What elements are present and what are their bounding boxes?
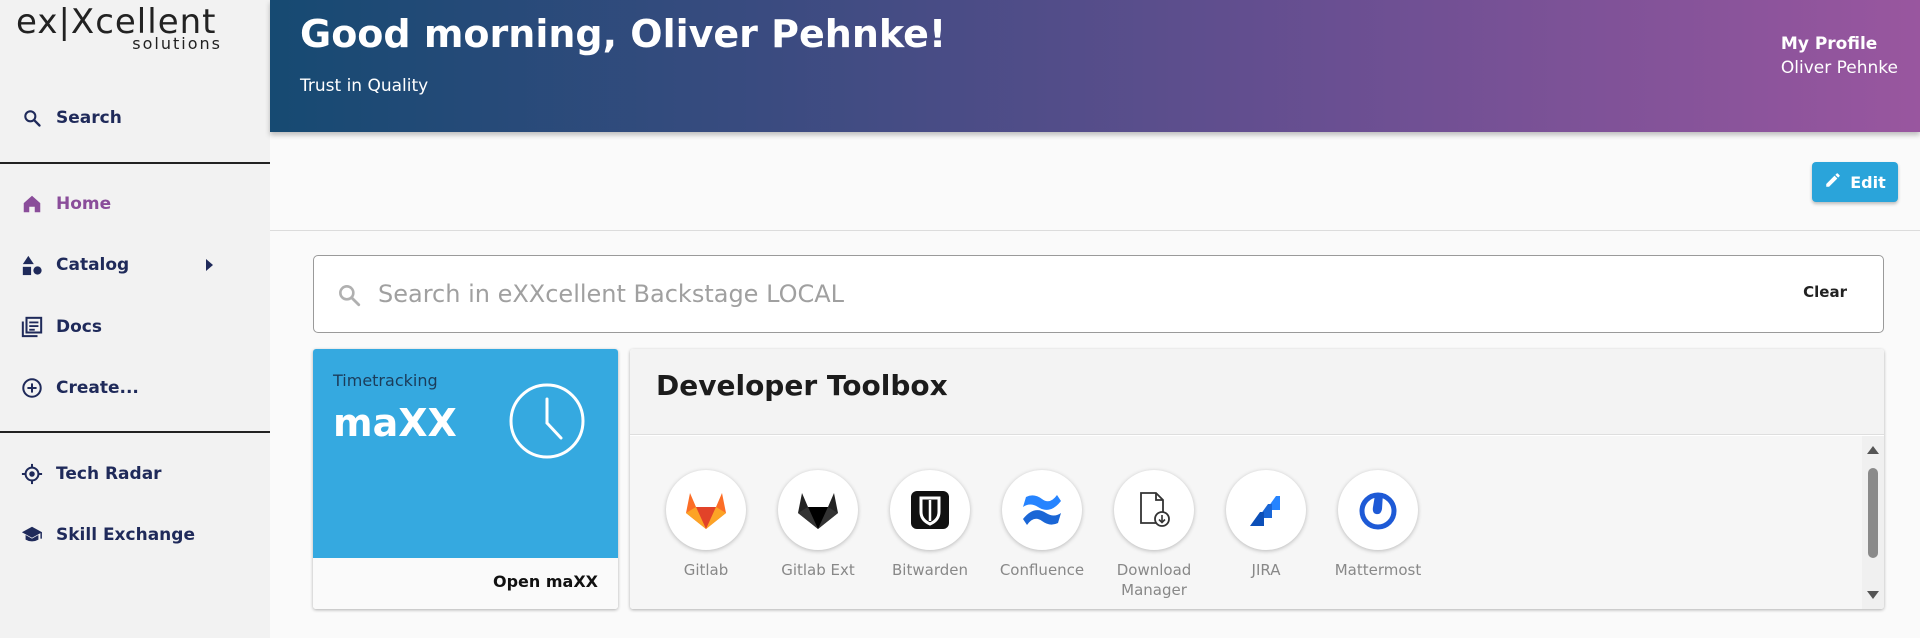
developer-toolbox-card: Developer Toolbox Gitlab Gitlab Ext Bitw…	[630, 349, 1884, 609]
sidebar-divider	[0, 162, 270, 164]
add-circle-icon	[20, 376, 44, 400]
timetracking-title: maXX	[333, 401, 457, 445]
tool-label: Gitlab Ext	[781, 561, 855, 579]
sidebar-item-docs[interactable]: Docs	[0, 305, 270, 349]
clear-button[interactable]: Clear	[1803, 283, 1847, 301]
sidebar-divider	[0, 431, 270, 433]
sidebar-item-catalog[interactable]: Catalog	[0, 243, 270, 287]
scrollbar-thumb[interactable]	[1868, 468, 1878, 558]
sidebar-item-create[interactable]: Create...	[0, 366, 270, 410]
profile-link[interactable]: My Profile Oliver Pehnke	[1781, 34, 1898, 78]
sidebar-item-label: Tech Radar	[56, 464, 162, 484]
search-icon	[336, 282, 362, 312]
tool-confluence[interactable]: Confluence	[992, 470, 1092, 580]
confluence-icon	[1002, 470, 1082, 550]
scroll-down-icon[interactable]	[1867, 591, 1879, 599]
tool-label: Confluence	[999, 561, 1085, 579]
toolbox-scrollbar[interactable]	[1862, 436, 1884, 609]
page-header: Good morning, Oliver Pehnke! Trust in Qu…	[270, 0, 1920, 132]
radar-icon	[20, 462, 44, 486]
timetracking-card: Timetracking maXX Open maXX	[313, 349, 618, 609]
sidebar-item-tech-radar[interactable]: Tech Radar	[0, 452, 270, 496]
tool-bitwarden[interactable]: Bitwarden	[880, 470, 980, 580]
timetracking-label: Timetracking	[333, 371, 438, 390]
sidebar-item-home[interactable]: Home	[0, 182, 270, 226]
timetracking-card-actions: Open maXX	[313, 558, 618, 609]
toolbox-body: Gitlab Gitlab Ext Bitwarden Confluence D	[630, 436, 1884, 609]
tool-label: Mattermost	[1334, 561, 1422, 579]
tool-jira[interactable]: JIRA	[1216, 470, 1316, 580]
sidebar-item-label: Skill Exchange	[56, 525, 195, 545]
search-icon	[20, 106, 44, 130]
logo-sub-text: solutions	[132, 34, 222, 53]
profile-name: Oliver Pehnke	[1780, 58, 1898, 78]
page-subtitle: Trust in Quality	[300, 76, 429, 96]
sidebar-item-skill-exchange[interactable]: Skill Exchange	[0, 513, 270, 557]
toolbox-title: Developer Toolbox	[656, 369, 948, 402]
sidebar-item-label: Search	[56, 108, 122, 128]
search-bar: Clear	[313, 255, 1884, 333]
download-file-icon	[1114, 470, 1194, 550]
pencil-icon	[1824, 171, 1842, 193]
sidebar-item-label: Create...	[56, 378, 139, 398]
edit-button-label: Edit	[1850, 172, 1886, 192]
gitlab-ext-icon	[778, 470, 858, 550]
profile-label: My Profile	[1780, 34, 1878, 54]
clock-icon	[507, 381, 587, 465]
tool-label: JIRA	[1251, 561, 1281, 579]
sidebar-item-label: Docs	[56, 317, 102, 337]
catalog-icon	[20, 253, 44, 277]
section-divider	[270, 230, 1920, 231]
open-maxx-link[interactable]: Open maXX	[493, 572, 598, 591]
tool-gitlab[interactable]: Gitlab	[656, 470, 756, 580]
bitwarden-icon	[890, 470, 970, 550]
mattermost-icon	[1338, 470, 1418, 550]
sidebar: ex|Xcellent solutions Search Home Catalo…	[0, 0, 270, 638]
sidebar-item-label: Catalog	[56, 255, 130, 275]
school-icon	[20, 523, 44, 547]
tool-label: Download Manager	[1116, 561, 1192, 599]
edit-button[interactable]: Edit	[1812, 162, 1898, 202]
home-icon	[20, 192, 44, 216]
sidebar-item-search[interactable]: Search	[0, 96, 270, 140]
company-logo[interactable]: ex|Xcellent solutions	[16, 2, 222, 53]
timetracking-card-header: Timetracking maXX	[313, 349, 618, 558]
tool-mattermost[interactable]: Mattermost	[1328, 470, 1428, 580]
docs-icon	[20, 315, 44, 339]
search-input[interactable]	[378, 272, 1678, 316]
tool-label: Gitlab	[683, 561, 729, 579]
chevron-right-icon[interactable]	[206, 259, 213, 271]
tool-download-manager[interactable]: Download Manager	[1104, 470, 1204, 600]
page-title: Good morning, Oliver Pehnke!	[300, 12, 947, 56]
tool-label: Bitwarden	[892, 561, 968, 579]
sidebar-item-label: Home	[56, 194, 112, 214]
jira-icon	[1226, 470, 1306, 550]
tool-gitlab-ext[interactable]: Gitlab Ext	[768, 470, 868, 580]
scroll-up-icon[interactable]	[1867, 446, 1879, 454]
toolbox-header: Developer Toolbox	[630, 349, 1884, 435]
gitlab-icon	[666, 470, 746, 550]
